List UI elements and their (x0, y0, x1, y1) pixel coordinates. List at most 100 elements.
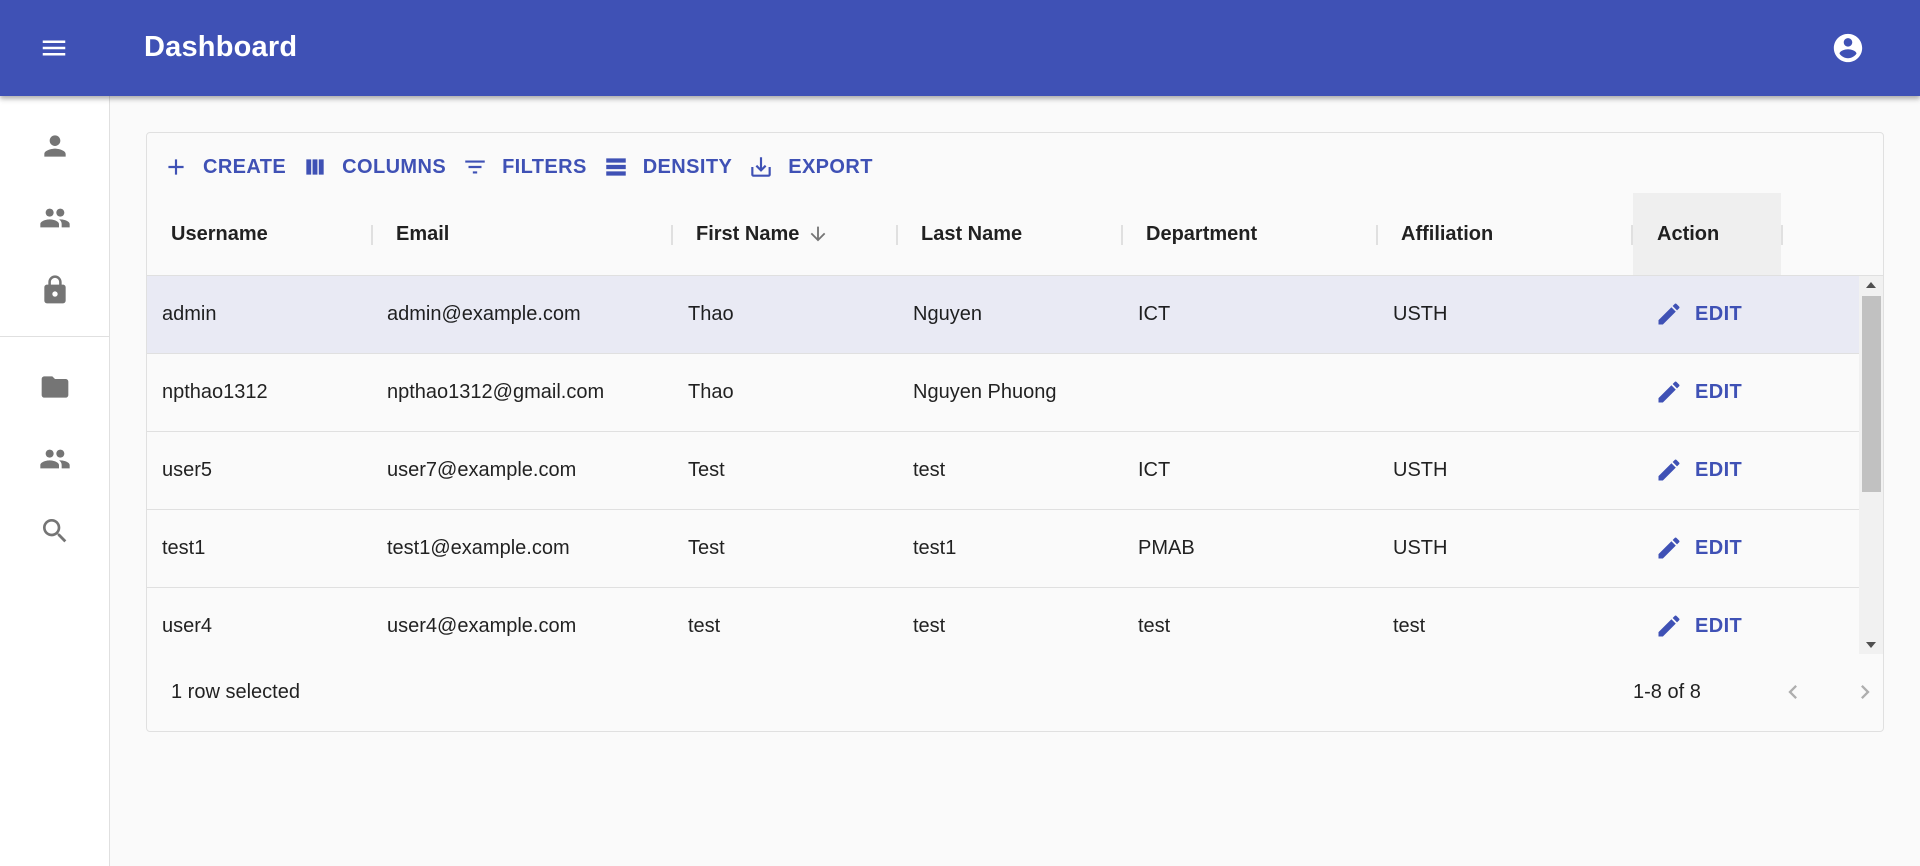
header-last-name[interactable]: Last Name (921, 193, 1022, 275)
pagination-range: 1-8 of 8 (1633, 681, 1701, 703)
cell-department: PMAB (1138, 537, 1195, 559)
nav-item-folders[interactable] (0, 352, 109, 422)
cell-first-name: Thao (688, 381, 734, 403)
cell-first-name: Test (688, 459, 725, 481)
edit-label: EDIT (1695, 302, 1743, 325)
cell-last-name: test (913, 459, 946, 481)
filter-list-icon (465, 160, 485, 174)
table-row[interactable]: npthao1312 npthao1312@gmail.com Thao Nguyen… (147, 354, 1859, 432)
cell-email: user7@example.com (387, 459, 577, 481)
vertical-scrollbar[interactable] (1859, 276, 1883, 654)
edit-button[interactable]: EDIT (1649, 606, 1748, 646)
export-button[interactable]: EXPORT (740, 147, 881, 187)
edit-button[interactable]: EDIT (1649, 528, 1748, 568)
columns-button[interactable]: COLUMNS (294, 147, 454, 187)
account-circle-icon (1833, 33, 1863, 63)
edit-button[interactable]: EDIT (1649, 372, 1748, 412)
nav-item-permissions[interactable] (0, 255, 109, 325)
table-row[interactable]: user4 user4@example.com test test test test ED… (147, 588, 1859, 654)
nav-item-search[interactable] (0, 496, 109, 566)
header-first-name-label: First Name (696, 222, 800, 245)
grid-body: admin admin@example.com Thao Nguyen ICT USTH E… (147, 276, 1883, 654)
download-icon (751, 157, 771, 177)
cell-affiliation: test (1393, 615, 1426, 637)
table-row[interactable]: user5 user7@example.com Test test ICT USTH EDI… (147, 432, 1859, 510)
account-button[interactable] (1824, 24, 1872, 72)
cell-affiliation: USTH (1393, 303, 1448, 325)
cell-username: npthao1312 (162, 381, 268, 403)
group-icon (39, 449, 70, 469)
density-button[interactable]: DENSITY (595, 147, 740, 187)
cell-email: npthao1312@gmail.com (387, 381, 605, 403)
users-data-grid: CREATE COLUMNS FILTERS DENSITY EXPORT Us… (146, 132, 1884, 732)
filters-button[interactable]: FILTERS (454, 147, 595, 187)
edit-pencil-icon (1658, 459, 1680, 481)
cell-email: test1@example.com (387, 537, 570, 559)
menu-icon (42, 40, 66, 56)
nav-item-users[interactable] (0, 111, 109, 181)
arrow-down-icon (1866, 642, 1876, 648)
cell-email: admin@example.com (387, 303, 581, 325)
density-label: DENSITY (642, 155, 733, 178)
edit-pencil-icon (1658, 615, 1680, 637)
arrow-up-icon (1866, 282, 1876, 288)
column-separator[interactable] (1781, 225, 1783, 245)
cell-last-name: test (913, 615, 946, 637)
density-icon (605, 158, 626, 176)
table-row[interactable]: test1 test1@example.com Test test1 PMAB USTH E… (147, 510, 1859, 588)
person-icon (43, 135, 66, 157)
cell-last-name: test1 (913, 537, 957, 559)
column-headers: Username Email First Name Last Name Depa… (147, 193, 1883, 276)
scroll-up-arrow[interactable] (1859, 276, 1883, 294)
cell-last-name: Nguyen Phuong (913, 381, 1057, 403)
previous-page-button[interactable] (1773, 672, 1813, 712)
cell-username: user4 (162, 615, 213, 637)
edit-button[interactable]: EDIT (1649, 294, 1748, 334)
cell-department: test (1138, 615, 1171, 637)
column-separator[interactable] (1376, 225, 1378, 245)
cell-last-name: Nguyen (913, 303, 982, 325)
scrollbar-thumb[interactable] (1862, 296, 1881, 492)
cell-department: ICT (1138, 459, 1171, 481)
column-separator[interactable] (1121, 225, 1123, 245)
nav-item-groups[interactable] (0, 183, 109, 253)
scroll-down-arrow[interactable] (1859, 636, 1883, 654)
folder-icon (41, 376, 68, 398)
cell-username: test1 (162, 537, 206, 559)
lock-icon (43, 275, 66, 304)
side-drawer (0, 96, 110, 866)
cell-affiliation: USTH (1393, 537, 1448, 559)
grid-toolbar: CREATE COLUMNS FILTERS DENSITY EXPORT (155, 147, 881, 187)
edit-pencil-icon (1658, 381, 1680, 403)
add-icon (168, 159, 184, 175)
edit-pencil-icon (1658, 537, 1680, 559)
next-page-button[interactable] (1845, 672, 1883, 712)
header-department[interactable]: Department (1146, 193, 1257, 275)
header-action: Action (1633, 193, 1781, 275)
filters-label: FILTERS (502, 155, 587, 178)
header-first-name[interactable]: First Name (696, 193, 829, 275)
header-email[interactable]: Email (396, 193, 449, 275)
arrow-downward-icon[interactable] (807, 223, 829, 245)
column-separator[interactable] (371, 225, 373, 245)
export-label: EXPORT (788, 155, 873, 178)
nav-item-teams[interactable] (0, 424, 109, 494)
cell-username: user5 (162, 459, 213, 481)
chevron-right-icon (1861, 685, 1870, 699)
header-username[interactable]: Username (171, 193, 268, 275)
edit-label: EDIT (1695, 614, 1743, 637)
edit-button[interactable]: EDIT (1649, 450, 1748, 490)
create-button[interactable]: CREATE (155, 147, 294, 187)
page-title: Dashboard (144, 31, 298, 63)
table-row[interactable]: admin admin@example.com Thao Nguyen ICT USTH E… (147, 276, 1859, 354)
column-separator[interactable] (671, 225, 673, 245)
drawer-divider (0, 336, 109, 337)
cell-username: admin (162, 303, 217, 325)
cell-department: ICT (1138, 303, 1171, 325)
edit-pencil-icon (1658, 303, 1680, 325)
menu-button[interactable] (30, 24, 78, 72)
column-separator[interactable] (896, 225, 898, 245)
create-label: CREATE (203, 155, 287, 178)
header-affiliation[interactable]: Affiliation (1401, 193, 1493, 275)
chevron-left-icon (1788, 685, 1797, 699)
